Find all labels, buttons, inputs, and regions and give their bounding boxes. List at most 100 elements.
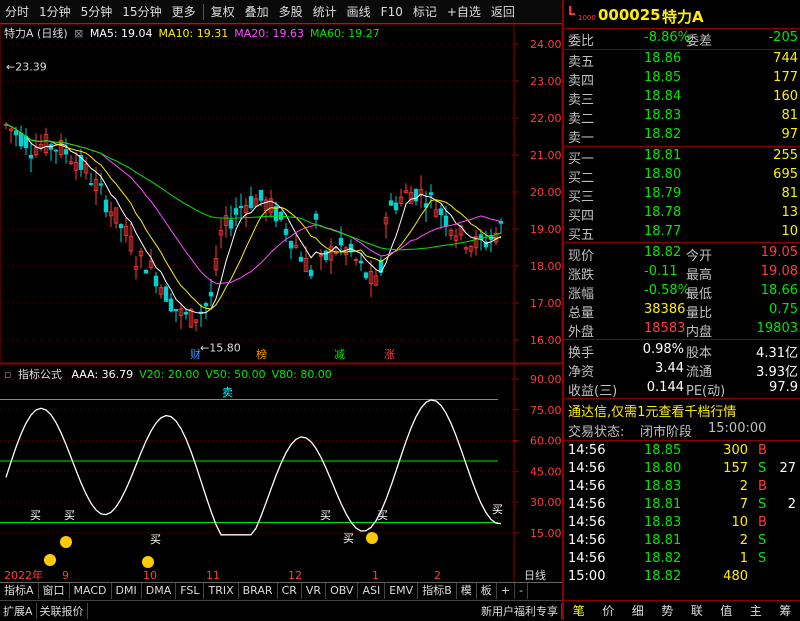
toolbar-item[interactable]: 分时 (0, 3, 34, 20)
indicator-value: V50: 50.00 (205, 368, 265, 381)
toolbar-item[interactable]: 5分钟 (76, 3, 118, 20)
collapse-icon[interactable]: ▫ (4, 368, 11, 381)
indicator-tab[interactable]: DMI (112, 583, 142, 599)
candle-body (439, 209, 443, 215)
smiley-icon (60, 536, 72, 548)
order-price: 18.81 (644, 148, 681, 163)
y-axis-label: 15.00 (530, 527, 562, 540)
chart-canvas[interactable]: 24.0023.0022.0021.0020.0019.0018.0017.00… (0, 24, 562, 582)
indicator-tab[interactable]: TRIX (204, 583, 238, 599)
quote-tab[interactable]: 主 (741, 601, 771, 620)
order-row[interactable]: 卖四18.85177 (568, 70, 798, 88)
main-chart-legend: 特力A (日线) ⊠ MA5: 19.04MA10: 19.31MA20: 19… (4, 25, 386, 41)
stat-value: -0.11 (644, 264, 678, 279)
quote-tabs: 笔价细势联值主筹 (564, 600, 800, 620)
candle-body (394, 203, 398, 210)
indicator-tab[interactable]: MACD (70, 583, 112, 599)
candle-body (239, 206, 243, 207)
order-row[interactable]: 买二18.80695 (568, 167, 798, 185)
indicator-tab[interactable]: FSL (176, 583, 204, 599)
toolbar-item[interactable]: 画线 (342, 3, 376, 20)
promo-text[interactable]: 通达信,仅需1元查看千档行情 (568, 401, 736, 420)
order-row[interactable]: 卖二18.8381 (568, 108, 798, 126)
quote-tab[interactable]: 联 (682, 601, 712, 620)
bottom-bar-item[interactable]: 扩展A (0, 603, 37, 619)
smiley-icon (366, 532, 378, 544)
quote-tab[interactable]: 笔 (564, 601, 594, 620)
indicator-tab[interactable]: CR (278, 583, 302, 599)
order-row[interactable]: 买三18.7981 (568, 186, 798, 204)
indicator-tab[interactable]: OBV (326, 583, 358, 599)
candle-body (324, 251, 328, 260)
tick-price: 18.82 (644, 569, 681, 584)
order-price: 18.78 (644, 205, 681, 220)
indicator-tab[interactable]: 模 (457, 583, 477, 599)
quote-tab[interactable]: 细 (623, 601, 653, 620)
level-badge-sub: 1000 (578, 14, 596, 22)
bottom-bar-item[interactable]: 关联报价 (37, 603, 88, 619)
stat-value: 3.44 (628, 361, 684, 376)
toolbar-item[interactable]: 叠加 (240, 3, 274, 20)
ma-value: MA10: 19.31 (159, 27, 229, 40)
order-row[interactable]: 卖五18.86744 (568, 51, 798, 69)
promo-banner[interactable]: 通达信,仅需1元查看千档行情 (568, 401, 798, 419)
high-marker: ←23.39 (6, 61, 47, 74)
trade-status-row: 交易状态: 闭市阶段 15:00:00 (568, 421, 798, 439)
tick-price: 18.80 (644, 461, 681, 476)
indicator-tab[interactable]: - (515, 583, 528, 599)
order-row[interactable]: 卖一18.8297 (568, 127, 798, 145)
divider (564, 146, 800, 147)
smiley-icon (142, 556, 154, 568)
indicator-tab[interactable]: ASI (358, 583, 385, 599)
stat-value: 19.08 (761, 264, 798, 279)
y-axis-label: 60.00 (530, 435, 562, 448)
toolbar-item[interactable]: 复权 (206, 3, 240, 20)
x-axis-label: 1 (372, 569, 379, 582)
toolbar-item[interactable]: 1分钟 (34, 3, 76, 20)
wc-label: 委差 (686, 30, 712, 49)
order-row[interactable]: 买一18.81255 (568, 148, 798, 166)
candle-body (309, 270, 313, 276)
toolbar-item[interactable]: F10 (376, 5, 408, 19)
indicator-tab[interactable]: BRAR (239, 583, 278, 599)
stock-name: 特力A (662, 6, 704, 27)
order-label: 卖二 (568, 108, 594, 127)
y-axis-label: 17.00 (530, 297, 562, 310)
divider (564, 242, 800, 243)
toolbar-item[interactable]: 标记 (408, 3, 442, 20)
indicator-tab[interactable]: 窗口 (39, 583, 70, 599)
bottom-bar-item[interactable]: 新用户福利专享 (478, 603, 562, 619)
stat-value: 0.75 (769, 302, 798, 317)
close-chart-icon[interactable]: ⊠ (74, 27, 83, 40)
toolbar-item[interactable]: 15分钟 (117, 3, 166, 20)
indicator-tab[interactable]: VR (302, 583, 326, 599)
indicator-tab[interactable]: DMA (142, 583, 177, 599)
indicator-tab[interactable]: 板 (477, 583, 497, 599)
y-axis-label: 16.00 (530, 334, 562, 347)
indicator-tab[interactable]: + (497, 583, 515, 599)
toolbar-item[interactable]: 多股 (274, 3, 308, 20)
candle-body (154, 276, 158, 286)
main-chart-frame (0, 24, 562, 363)
order-row[interactable]: 买四18.7813 (568, 205, 798, 223)
tick-row: 15:0018.82480 (568, 569, 798, 587)
toolbar-item[interactable]: 更多 (167, 3, 201, 20)
order-row[interactable]: 卖三18.84160 (568, 89, 798, 107)
quote-tab[interactable]: 势 (653, 601, 683, 620)
stat-value: 0.98% (628, 342, 684, 357)
toolbar-item[interactable]: +自选 (442, 3, 486, 20)
order-row[interactable]: 买五18.7710 (568, 224, 798, 242)
wb-value: -8.86% (644, 30, 690, 45)
indicator-tab[interactable]: EMV (385, 583, 418, 599)
toolbar-item[interactable]: 统计 (308, 3, 342, 20)
tick-time: 14:56 (568, 461, 605, 476)
smiley-icon (44, 554, 56, 566)
quote-tab[interactable]: 值 (712, 601, 742, 620)
quote-tab[interactable]: 价 (594, 601, 624, 620)
toolbar-item[interactable]: 返回 (486, 3, 520, 20)
quote-panel: L 1000 000025 特力A 委比 -8.86% 委差 -205 卖五18… (562, 0, 800, 620)
indicator-tab[interactable]: 指标A (0, 583, 39, 599)
indicator-tab[interactable]: 指标B (418, 583, 457, 599)
quote-tab[interactable]: 筹 (771, 601, 800, 620)
indicator-title: 指标公式 (18, 368, 62, 381)
